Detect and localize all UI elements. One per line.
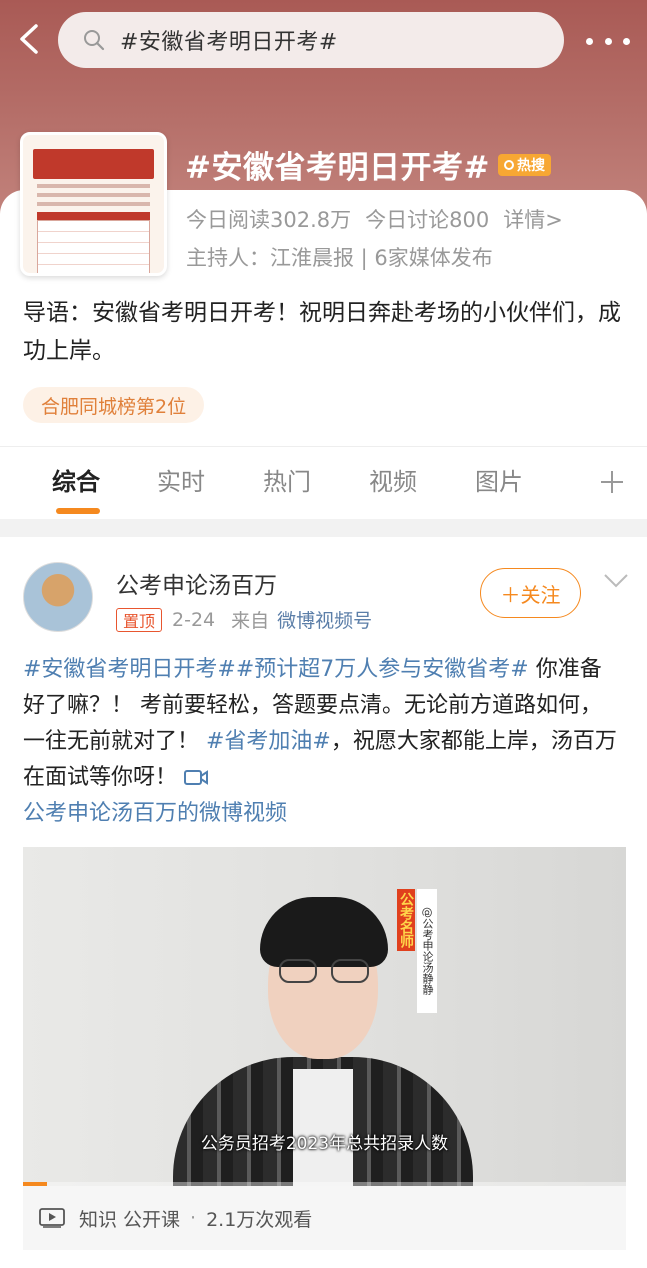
plus-icon[interactable]	[598, 468, 626, 496]
video-label-handle: @公考申论汤静静	[417, 889, 437, 1013]
post-source[interactable]: 微博视频号	[277, 606, 372, 633]
video-views: 2.1万次观看	[206, 1208, 313, 1231]
topic-title: #安徽省考明日开考# 热搜	[185, 142, 551, 187]
active-tab-indicator	[56, 508, 100, 514]
video-link[interactable]: 公考申论汤百万的微博视频	[23, 801, 287, 826]
hashtag-link[interactable]: #预计超7万人参与安徽省考#	[236, 657, 529, 682]
tab-hot[interactable]: 热门	[263, 462, 311, 497]
search-bar[interactable]: #安徽省考明日开考#	[58, 12, 564, 68]
details-link[interactable]: 详情>	[503, 204, 563, 234]
video-label-red: 公考名师	[397, 889, 415, 951]
topic-stats: 今日阅读302.8万 今日讨论800 详情>	[186, 204, 563, 234]
tab-images[interactable]: 图片	[475, 462, 523, 497]
post-username[interactable]: 公考申论汤百万	[116, 566, 277, 600]
chevron-down-icon[interactable]	[603, 573, 629, 589]
video-footer: 知识 公开课 · 2.1万次观看	[23, 1186, 626, 1250]
back-arrow-icon[interactable]	[14, 22, 48, 56]
video-person-shirt	[293, 1069, 353, 1186]
pinned-badge: 置顶	[116, 607, 163, 632]
tab-realtime[interactable]: 实时	[157, 462, 205, 497]
video-icon	[184, 770, 208, 785]
tab-bar: 综合 实时 热门 视频 图片	[0, 462, 647, 514]
topic-intro: 导语：安徽省考明日开考！祝明日奔赴考场的小伙伴们，成功上岸。	[23, 300, 621, 364]
video-subtitle: 公务员招考2023年总共招录人数	[200, 1134, 449, 1154]
topic-title-text: #安徽省考明日开考#	[185, 150, 490, 186]
video-person-glasses	[279, 959, 369, 985]
more-icon[interactable]	[586, 38, 630, 46]
post-from: 来自	[231, 610, 270, 632]
rank-badge[interactable]: 合肥同城榜第2位	[23, 387, 205, 423]
video-category[interactable]: 知识 公开课	[79, 1205, 180, 1232]
reads-count: 今日阅读302.8万	[186, 208, 352, 232]
topic-host: 主持人：江淮晨报 | 6家媒体发布	[186, 246, 493, 270]
hot-badge-label: 热搜	[516, 157, 545, 174]
separator-dot: ·	[190, 1207, 197, 1229]
hashtag-link[interactable]: #省考加油#	[206, 729, 331, 754]
video-player[interactable]: 公考名师 @公考申论汤静静 公务员招考2023年总共招录人数	[23, 847, 626, 1186]
tab-comprehensive[interactable]: 综合	[52, 462, 100, 497]
hot-badge: 热搜	[497, 153, 551, 176]
post-date: 2-24	[172, 608, 216, 631]
topic-thumbnail[interactable]	[20, 132, 167, 276]
post-meta: 置顶 2-24 来自 微博视频号	[116, 606, 372, 633]
fire-pin-icon	[503, 159, 514, 170]
divider	[0, 446, 647, 447]
discussion-count: 今日讨论800	[365, 208, 490, 232]
avatar[interactable]	[23, 562, 93, 632]
play-icon	[39, 1208, 65, 1228]
search-icon	[84, 30, 105, 51]
follow-button[interactable]: ＋关注	[480, 568, 581, 618]
section-gap	[0, 519, 647, 537]
post-text: #安徽省考明日开考##预计超7万人参与安徽省考# 你准备好了嘛？！ 考前要轻松，…	[23, 652, 623, 832]
tab-video[interactable]: 视频	[369, 462, 417, 497]
search-query: #安徽省考明日开考#	[120, 30, 338, 55]
hashtag-link[interactable]: #安徽省考明日开考#	[23, 657, 236, 682]
